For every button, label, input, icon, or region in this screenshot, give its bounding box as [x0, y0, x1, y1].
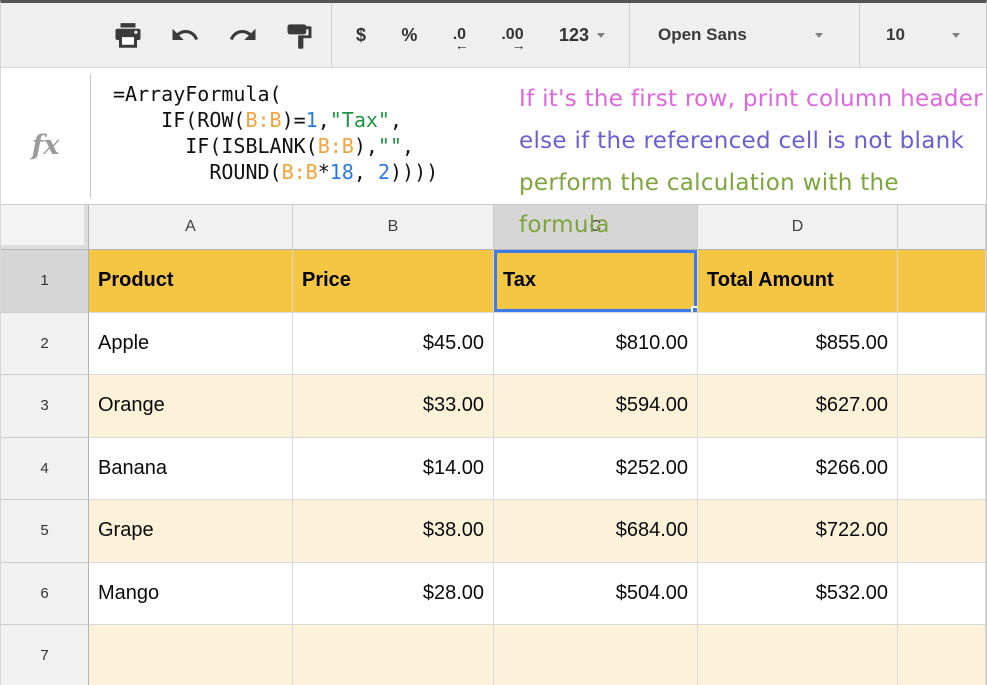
select-all-corner[interactable] [1, 205, 89, 250]
formula-bar: fx =ArrayFormula( IF(ROW(B:B)=1,"Tax", I… [1, 68, 986, 205]
cell-C7[interactable] [494, 625, 698, 685]
cell-A7[interactable] [89, 625, 293, 685]
fill-handle[interactable] [691, 306, 698, 313]
print-button[interactable] [113, 20, 143, 50]
paint-format-icon [285, 19, 315, 51]
cell-E3[interactable] [898, 375, 986, 438]
number-format-group: $ % .0 ← .00 → 123 [332, 3, 629, 67]
cell-A4[interactable]: Banana [89, 438, 293, 501]
cell-C2[interactable]: $810.00 [494, 313, 698, 376]
format-currency-button[interactable]: $ [356, 25, 366, 46]
annotation: If it's the first row, print column head… [519, 78, 986, 246]
undo-button[interactable] [169, 20, 201, 50]
undo-icon [169, 20, 201, 50]
cell-D3[interactable]: $627.00 [698, 375, 898, 438]
row-header-5[interactable]: 5 [1, 500, 89, 563]
annotation-line: else if the referenced cell is not blank [519, 120, 986, 162]
cell-D5[interactable]: $722.00 [698, 500, 898, 563]
cell-B1[interactable]: Price [293, 250, 494, 313]
row-header-7[interactable]: 7 [1, 625, 89, 685]
cell-C3[interactable]: $594.00 [494, 375, 698, 438]
font-size-group: 10 [860, 3, 986, 67]
print-icon [113, 20, 143, 50]
toolbar: $ % .0 ← .00 → 123 Open Sans [1, 3, 986, 68]
cell-B7[interactable] [293, 625, 494, 685]
column-header-b[interactable]: B [293, 205, 494, 250]
paint-format-button[interactable] [285, 19, 315, 51]
spreadsheet-app: $ % .0 ← .00 → 123 Open Sans [0, 0, 987, 685]
column-header-a[interactable]: A [89, 205, 293, 250]
cell-B2[interactable]: $45.00 [293, 313, 494, 376]
fx-label: fx [1, 68, 90, 204]
chevron-down-icon [815, 33, 823, 38]
formula-input[interactable]: =ArrayFormula( IF(ROW(B:B)=1,"Tax", IF(I… [91, 68, 438, 204]
cell-B6[interactable]: $28.00 [293, 563, 494, 626]
font-family-select[interactable]: Open Sans [658, 25, 823, 45]
cell-E1[interactable] [898, 250, 986, 313]
redo-button[interactable] [227, 20, 259, 50]
row-header-4[interactable]: 4 [1, 438, 89, 501]
row-header-3[interactable]: 3 [1, 375, 89, 438]
format-percent-button[interactable]: % [401, 25, 417, 46]
cell-E5[interactable] [898, 500, 986, 563]
font-size-value: 10 [886, 25, 905, 45]
cell-E4[interactable] [898, 438, 986, 501]
annotation-line: If it's the first row, print column head… [519, 78, 986, 120]
cell-D4[interactable]: $266.00 [698, 438, 898, 501]
font-family-value: Open Sans [658, 25, 747, 45]
cell-B4[interactable]: $14.00 [293, 438, 494, 501]
cell-A6[interactable]: Mango [89, 563, 293, 626]
row-header-2[interactable]: 2 [1, 313, 89, 376]
cell-B5[interactable]: $38.00 [293, 500, 494, 563]
more-formats-button[interactable]: 123 [559, 25, 605, 46]
more-formats-label: 123 [559, 25, 589, 46]
decrease-decimal-button[interactable]: .0 ← [453, 26, 466, 44]
cell-E6[interactable] [898, 563, 986, 626]
sheet-grid: ABCD1ProductPriceTaxTotal Amount2Apple$4… [1, 205, 986, 685]
cell-A3[interactable]: Orange [89, 375, 293, 438]
cell-E7[interactable] [898, 625, 986, 685]
increase-decimal-button[interactable]: .00 → [501, 26, 523, 44]
cell-E2[interactable] [898, 313, 986, 376]
row-header-6[interactable]: 6 [1, 563, 89, 626]
chevron-down-icon [597, 33, 605, 38]
cell-D6[interactable]: $532.00 [698, 563, 898, 626]
annotation-line: perform the calculation with the formula [519, 162, 986, 246]
cell-D2[interactable]: $855.00 [698, 313, 898, 376]
font-size-select[interactable]: 10 [886, 25, 960, 45]
cell-B3[interactable]: $33.00 [293, 375, 494, 438]
left-arrow-icon: ← [455, 37, 469, 53]
cell-D7[interactable] [698, 625, 898, 685]
cell-C5[interactable]: $684.00 [494, 500, 698, 563]
redo-icon [227, 20, 259, 50]
cell-A2[interactable]: Apple [89, 313, 293, 376]
cell-A1[interactable]: Product [89, 250, 293, 313]
right-arrow-icon: → [512, 37, 526, 53]
row-header-1[interactable]: 1 [1, 250, 89, 313]
cell-C6[interactable]: $504.00 [494, 563, 698, 626]
toolbar-icon-group [1, 3, 331, 67]
chevron-down-icon [952, 33, 960, 38]
cell-C1[interactable]: Tax [494, 250, 698, 313]
cell-A5[interactable]: Grape [89, 500, 293, 563]
cell-C4[interactable]: $252.00 [494, 438, 698, 501]
font-group: Open Sans [630, 3, 859, 67]
cell-D1[interactable]: Total Amount [698, 250, 898, 313]
